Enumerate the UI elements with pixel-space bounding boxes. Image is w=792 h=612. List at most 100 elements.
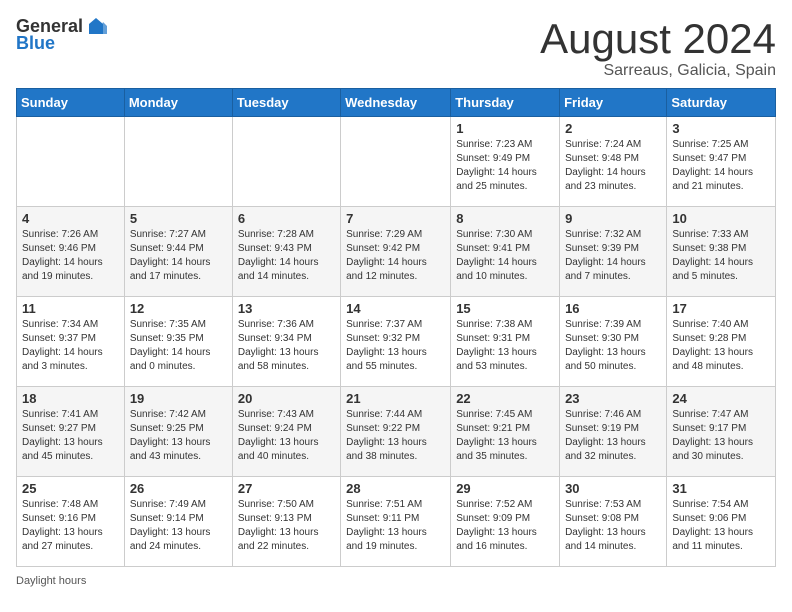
day-number: 30 <box>565 481 661 496</box>
day-info: Sunrise: 7:47 AM Sunset: 9:17 PM Dayligh… <box>672 408 770 464</box>
day-info: Sunrise: 7:32 AM Sunset: 9:39 PM Dayligh… <box>565 228 661 284</box>
day-info: Sunrise: 7:24 AM Sunset: 9:48 PM Dayligh… <box>565 138 661 194</box>
day-info: Sunrise: 7:53 AM Sunset: 9:08 PM Dayligh… <box>565 498 661 554</box>
day-info: Sunrise: 7:26 AM Sunset: 9:46 PM Dayligh… <box>22 228 119 284</box>
day-info: Sunrise: 7:41 AM Sunset: 9:27 PM Dayligh… <box>22 408 119 464</box>
week-row-5: 25 Sunrise: 7:48 AM Sunset: 9:16 PM Dayli… <box>17 477 776 567</box>
day-number: 6 <box>238 211 335 226</box>
calendar-cell: 3Sunrise: 7:25 AM Sunset: 9:47 PM Daylig… <box>667 117 776 207</box>
calendar-cell: 19 Sunrise: 7:42 AM Sunset: 9:25 PM Dayli… <box>124 387 232 477</box>
day-number: 4 <box>22 211 119 226</box>
calendar-cell: 12Sunrise: 7:35 AM Sunset: 9:35 PM Dayli… <box>124 297 232 387</box>
day-number: 15 <box>456 301 554 316</box>
logo-icon <box>85 16 107 38</box>
day-info: Sunrise: 7:45 AM Sunset: 9:21 PM Dayligh… <box>456 408 554 464</box>
calendar-cell: 31 Sunrise: 7:54 AM Sunset: 9:06 PM Dayli… <box>667 477 776 567</box>
day-info: Sunrise: 7:34 AM Sunset: 9:37 PM Dayligh… <box>22 318 119 374</box>
calendar-cell: 29 Sunrise: 7:52 AM Sunset: 9:09 PM Dayli… <box>451 477 560 567</box>
day-info: Sunrise: 7:35 AM Sunset: 9:35 PM Dayligh… <box>130 318 227 374</box>
day-number: 9 <box>565 211 661 226</box>
day-info: Sunrise: 7:36 AM Sunset: 9:34 PM Dayligh… <box>238 318 335 374</box>
calendar-cell: 6 Sunrise: 7:28 AM Sunset: 9:43 PM Daylig… <box>232 207 340 297</box>
logo-blue-text: Blue <box>16 34 55 54</box>
logo: General Blue <box>16 16 107 54</box>
day-info: Sunrise: 7:37 AM Sunset: 9:32 PM Dayligh… <box>346 318 445 374</box>
calendar-cell <box>341 117 451 207</box>
day-info: Sunrise: 7:46 AM Sunset: 9:19 PM Dayligh… <box>565 408 661 464</box>
day-info: Sunrise: 7:48 AM Sunset: 9:16 PM Dayligh… <box>22 498 119 554</box>
day-number: 19 <box>130 391 227 406</box>
day-number: 16 <box>565 301 661 316</box>
calendar-cell: 7 Sunrise: 7:29 AM Sunset: 9:42 PM Daylig… <box>341 207 451 297</box>
calendar-cell: 2Sunrise: 7:24 AM Sunset: 9:48 PM Daylig… <box>560 117 667 207</box>
day-number: 14 <box>346 301 445 316</box>
day-info: Sunrise: 7:40 AM Sunset: 9:28 PM Dayligh… <box>672 318 770 374</box>
day-number: 8 <box>456 211 554 226</box>
calendar-cell <box>17 117 125 207</box>
day-number: 20 <box>238 391 335 406</box>
day-number: 11 <box>22 301 119 316</box>
day-number: 24 <box>672 391 770 406</box>
calendar-title: August 2024 <box>540 16 776 62</box>
week-row-4: 18 Sunrise: 7:41 AM Sunset: 9:27 PM Dayli… <box>17 387 776 477</box>
day-info: Sunrise: 7:42 AM Sunset: 9:25 PM Dayligh… <box>130 408 227 464</box>
day-info: Sunrise: 7:43 AM Sunset: 9:24 PM Dayligh… <box>238 408 335 464</box>
day-info: Sunrise: 7:51 AM Sunset: 9:11 PM Dayligh… <box>346 498 445 554</box>
calendar-cell: 18 Sunrise: 7:41 AM Sunset: 9:27 PM Dayli… <box>17 387 125 477</box>
day-number: 22 <box>456 391 554 406</box>
day-number: 7 <box>346 211 445 226</box>
day-info: Sunrise: 7:28 AM Sunset: 9:43 PM Dayligh… <box>238 228 335 284</box>
calendar-cell: 5 Sunrise: 7:27 AM Sunset: 9:44 PM Daylig… <box>124 207 232 297</box>
day-number: 26 <box>130 481 227 496</box>
day-info: Sunrise: 7:52 AM Sunset: 9:09 PM Dayligh… <box>456 498 554 554</box>
calendar-cell: 30 Sunrise: 7:53 AM Sunset: 9:08 PM Dayli… <box>560 477 667 567</box>
calendar-cell: 25 Sunrise: 7:48 AM Sunset: 9:16 PM Dayli… <box>17 477 125 567</box>
calendar-cell: 13 Sunrise: 7:36 AM Sunset: 9:34 PM Dayli… <box>232 297 340 387</box>
weekday-header-monday: Monday <box>124 89 232 117</box>
day-number: 27 <box>238 481 335 496</box>
week-row-2: 4 Sunrise: 7:26 AM Sunset: 9:46 PM Daylig… <box>17 207 776 297</box>
day-info: Sunrise: 7:33 AM Sunset: 9:38 PM Dayligh… <box>672 228 770 284</box>
calendar-cell: 16 Sunrise: 7:39 AM Sunset: 9:30 PM Dayli… <box>560 297 667 387</box>
day-number: 18 <box>22 391 119 406</box>
calendar-cell: 15 Sunrise: 7:38 AM Sunset: 9:31 PM Dayli… <box>451 297 560 387</box>
calendar-cell: 8Sunrise: 7:30 AM Sunset: 9:41 PM Daylig… <box>451 207 560 297</box>
footer: Daylight hours <box>16 575 776 587</box>
day-number: 29 <box>456 481 554 496</box>
calendar-cell: 23Sunrise: 7:46 AM Sunset: 9:19 PM Dayli… <box>560 387 667 477</box>
day-number: 25 <box>22 481 119 496</box>
calendar-cell: 17 Sunrise: 7:40 AM Sunset: 9:28 PM Dayli… <box>667 297 776 387</box>
weekday-header-row: SundayMondayTuesdayWednesdayThursdayFrid… <box>17 89 776 117</box>
weekday-header-tuesday: Tuesday <box>232 89 340 117</box>
title-section: August 2024 Sarreaus, Galicia, Spain <box>540 16 776 80</box>
day-info: Sunrise: 7:23 AM Sunset: 9:49 PM Dayligh… <box>456 138 554 194</box>
calendar-cell: 24 Sunrise: 7:47 AM Sunset: 9:17 PM Dayli… <box>667 387 776 477</box>
daylight-label: Daylight hours <box>16 575 86 587</box>
calendar-cell: 22 Sunrise: 7:45 AM Sunset: 9:21 PM Dayli… <box>451 387 560 477</box>
calendar-cell: 20 Sunrise: 7:43 AM Sunset: 9:24 PM Dayli… <box>232 387 340 477</box>
day-number: 1 <box>456 121 554 136</box>
weekday-header-saturday: Saturday <box>667 89 776 117</box>
week-row-3: 11 Sunrise: 7:34 AM Sunset: 9:37 PM Dayli… <box>17 297 776 387</box>
day-info: Sunrise: 7:29 AM Sunset: 9:42 PM Dayligh… <box>346 228 445 284</box>
day-info: Sunrise: 7:27 AM Sunset: 9:44 PM Dayligh… <box>130 228 227 284</box>
weekday-header-friday: Friday <box>560 89 667 117</box>
day-number: 21 <box>346 391 445 406</box>
calendar-cell <box>124 117 232 207</box>
day-info: Sunrise: 7:38 AM Sunset: 9:31 PM Dayligh… <box>456 318 554 374</box>
calendar-table: SundayMondayTuesdayWednesdayThursdayFrid… <box>16 88 776 567</box>
weekday-header-thursday: Thursday <box>451 89 560 117</box>
day-number: 5 <box>130 211 227 226</box>
day-info: Sunrise: 7:49 AM Sunset: 9:14 PM Dayligh… <box>130 498 227 554</box>
day-number: 3 <box>672 121 770 136</box>
day-info: Sunrise: 7:54 AM Sunset: 9:06 PM Dayligh… <box>672 498 770 554</box>
day-number: 17 <box>672 301 770 316</box>
calendar-cell: 9 Sunrise: 7:32 AM Sunset: 9:39 PM Daylig… <box>560 207 667 297</box>
day-info: Sunrise: 7:39 AM Sunset: 9:30 PM Dayligh… <box>565 318 661 374</box>
day-info: Sunrise: 7:50 AM Sunset: 9:13 PM Dayligh… <box>238 498 335 554</box>
day-number: 31 <box>672 481 770 496</box>
week-row-1: 1 Sunrise: 7:23 AM Sunset: 9:49 PM Daylig… <box>17 117 776 207</box>
calendar-cell <box>232 117 340 207</box>
calendar-cell: 14 Sunrise: 7:37 AM Sunset: 9:32 PM Dayli… <box>341 297 451 387</box>
day-number: 13 <box>238 301 335 316</box>
